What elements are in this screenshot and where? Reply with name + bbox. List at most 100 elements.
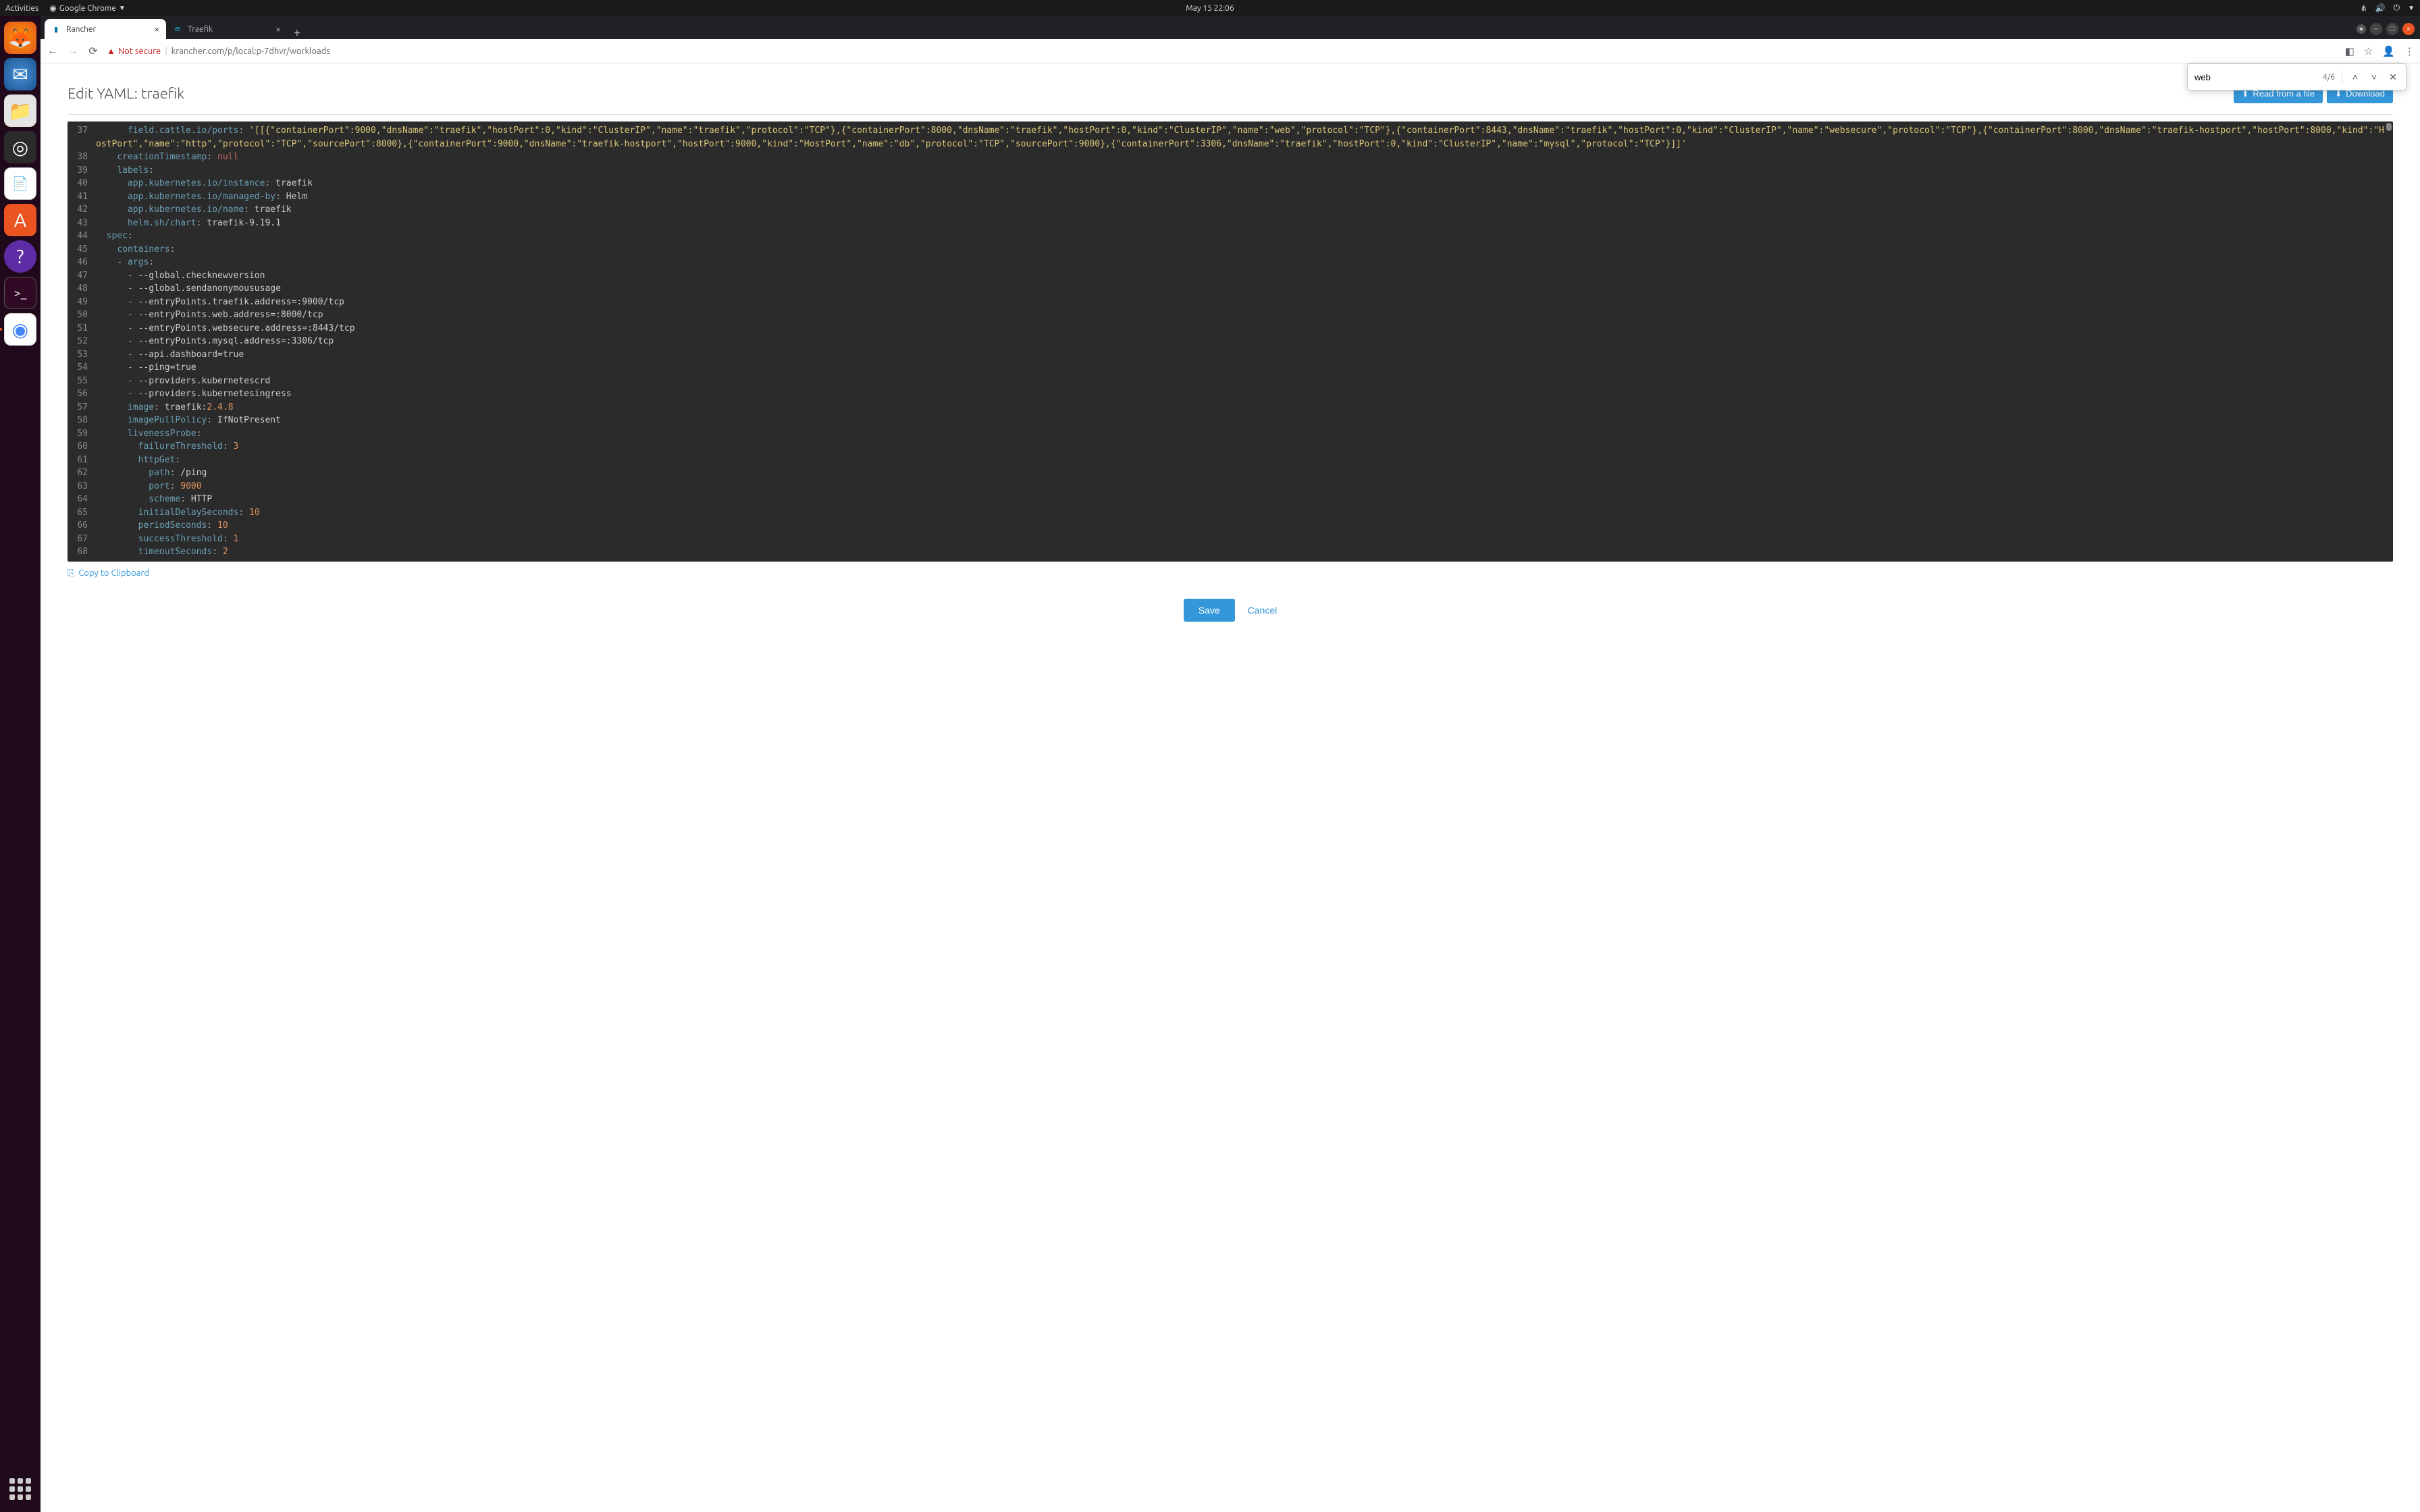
volume-icon[interactable]: 🔊 (2375, 3, 2386, 13)
find-close-button[interactable]: ✕ (2387, 72, 2399, 83)
code-content: path: /ping (96, 466, 2386, 480)
dock-terminal[interactable]: >_ (4, 277, 36, 309)
activities-button[interactable]: Activities (5, 4, 38, 13)
code-line[interactable]: 61 httpGet: (73, 454, 2386, 467)
active-app-menu[interactable]: ◉ Google Chrome ▼ (49, 3, 126, 13)
save-button[interactable]: Save (1184, 599, 1235, 622)
power-icon[interactable]: ⏻ (2394, 3, 2400, 13)
not-secure-label: Not secure (118, 47, 161, 56)
code-line[interactable]: 56 - --providers.kubernetesingress (73, 387, 2386, 401)
line-number: 55 (73, 375, 96, 388)
forward-button[interactable]: → (66, 45, 80, 57)
code-line[interactable]: 57 image: traefik:2.4.8 (73, 401, 2386, 414)
line-number: 50 (73, 308, 96, 322)
dock-thunderbird[interactable]: ✉ (4, 58, 36, 90)
profile-icon[interactable]: 👤 (2382, 45, 2395, 57)
code-line[interactable]: 41 app.kubernetes.io/managed-by: Helm (73, 190, 2386, 204)
code-line[interactable]: 59 livenessProbe: (73, 427, 2386, 441)
cancel-button[interactable]: Cancel (1248, 605, 1278, 616)
page-content: Edit YAML: traefik ⬆ Read from a file ⬇ … (41, 63, 2420, 1512)
menu-icon[interactable]: ⋮ (2404, 45, 2415, 57)
code-line[interactable]: 54 - --ping=true (73, 361, 2386, 375)
code-line[interactable]: 65 initialDelaySeconds: 10 (73, 506, 2386, 520)
traefik-favicon-icon: æ (173, 24, 182, 34)
chevron-down-icon[interactable]: ▼ (2408, 4, 2415, 12)
new-tab-button[interactable]: + (288, 26, 307, 39)
yaml-editor[interactable]: 37 field.cattle.io/ports: '[[{"container… (68, 122, 2393, 562)
code-line[interactable]: 45 containers: (73, 243, 2386, 256)
dock-software[interactable]: A (4, 204, 36, 236)
find-prev-button[interactable]: ˄ (2349, 72, 2361, 82)
line-number: 65 (73, 506, 96, 520)
code-line[interactable]: 52 - --entryPoints.mysql.address=:3306/t… (73, 335, 2386, 348)
code-line[interactable]: 62 path: /ping (73, 466, 2386, 480)
dock-files[interactable]: 📁 (4, 94, 36, 127)
code-line[interactable]: 50 - --entryPoints.web.address=:8000/tcp (73, 308, 2386, 322)
find-in-page-bar: 4/6 ˄ ˅ ✕ (2187, 63, 2406, 90)
code-line[interactable]: 48 - --global.sendanonymoususage (73, 282, 2386, 296)
code-content: failureThreshold: 3 (96, 440, 2386, 454)
code-content: labels: (96, 164, 2386, 178)
code-line[interactable]: 66 periodSeconds: 10 (73, 519, 2386, 533)
find-input[interactable] (2194, 72, 2316, 82)
url-input[interactable]: ▲ Not secure | krancher.com/p/local:p-7d… (107, 46, 2338, 56)
tab-title: Rancher (66, 25, 96, 34)
code-line[interactable]: 60 failureThreshold: 3 (73, 440, 2386, 454)
code-line[interactable]: 68 timeoutSeconds: 2 (73, 545, 2386, 559)
close-icon[interactable]: × (275, 24, 281, 34)
code-content: app.kubernetes.io/name: traefik (96, 203, 2386, 217)
line-number: 45 (73, 243, 96, 256)
code-line[interactable]: 49 - --entryPoints.traefik.address=:9000… (73, 296, 2386, 309)
code-content: port: 9000 (96, 480, 2386, 493)
code-line[interactable]: 46 - args: (73, 256, 2386, 269)
clock[interactable]: May 15 22:06 (1186, 4, 1234, 13)
code-line[interactable]: 40 app.kubernetes.io/instance: traefik (73, 177, 2386, 190)
code-line[interactable]: 51 - --entryPoints.websecure.address=:84… (73, 322, 2386, 335)
back-button[interactable]: ← (46, 45, 59, 57)
code-line[interactable]: 37 field.cattle.io/ports: '[[{"container… (73, 124, 2386, 151)
code-line[interactable]: 38 creationTimestamp: null (73, 151, 2386, 164)
code-line[interactable]: 67 successThreshold: 1 (73, 533, 2386, 546)
line-number: 41 (73, 190, 96, 204)
code-line[interactable]: 43 helm.sh/chart: traefik-9.19.1 (73, 217, 2386, 230)
close-window-button[interactable]: × (2402, 23, 2415, 35)
network-icon[interactable]: ⋔ (2361, 3, 2367, 13)
close-icon[interactable]: × (154, 24, 159, 34)
code-line[interactable]: 42 app.kubernetes.io/name: traefik (73, 203, 2386, 217)
extension-icon[interactable]: ◧ (2345, 45, 2355, 57)
code-content: periodSeconds: 10 (96, 519, 2386, 533)
dock-help[interactable]: ? (4, 240, 36, 273)
not-secure-badge[interactable]: ▲ Not secure (107, 46, 161, 56)
editor-scrollbar[interactable] (2386, 123, 2392, 131)
dock-rhythmbox[interactable]: ◎ (4, 131, 36, 163)
code-content: - --api.dashboard=true (96, 348, 2386, 362)
tab-rancher[interactable]: ▮ Rancher × (45, 19, 166, 39)
code-line[interactable]: 53 - --api.dashboard=true (73, 348, 2386, 362)
dock-firefox[interactable]: 🦊 (4, 22, 36, 54)
divider (68, 114, 2393, 115)
dock-apps-grid[interactable] (4, 1473, 36, 1505)
dock-writer[interactable]: 📄 (4, 167, 36, 200)
line-number: 60 (73, 440, 96, 454)
code-line[interactable]: 44 spec: (73, 230, 2386, 243)
code-line[interactable]: 58 imagePullPolicy: IfNotPresent (73, 414, 2386, 427)
find-next-button[interactable]: ˅ (2368, 72, 2380, 82)
maximize-button[interactable]: □ (2386, 23, 2398, 35)
rancher-favicon-icon: ▮ (51, 24, 61, 34)
line-number: 68 (73, 545, 96, 559)
code-line[interactable]: 39 labels: (73, 164, 2386, 178)
code-content: - --providers.kubernetesingress (96, 387, 2386, 401)
code-line[interactable]: 55 - --providers.kubernetescrd (73, 375, 2386, 388)
tab-traefik[interactable]: æ Traefik × (166, 19, 288, 39)
code-line[interactable]: 63 port: 9000 (73, 480, 2386, 493)
bookmark-icon[interactable]: ☆ (2364, 45, 2373, 57)
reload-button[interactable]: ⟳ (86, 45, 100, 57)
line-number: 58 (73, 414, 96, 427)
copy-to-clipboard-link[interactable]: ⎘ Copy to Clipboard (68, 568, 149, 578)
minimize-button[interactable]: – (2370, 23, 2382, 35)
find-count: 4/6 (2323, 73, 2335, 82)
line-number: 37 (73, 124, 96, 151)
dock-chrome[interactable]: ◉ (4, 313, 36, 346)
code-line[interactable]: 47 - --global.checknewversion (73, 269, 2386, 283)
code-line[interactable]: 64 scheme: HTTP (73, 493, 2386, 506)
